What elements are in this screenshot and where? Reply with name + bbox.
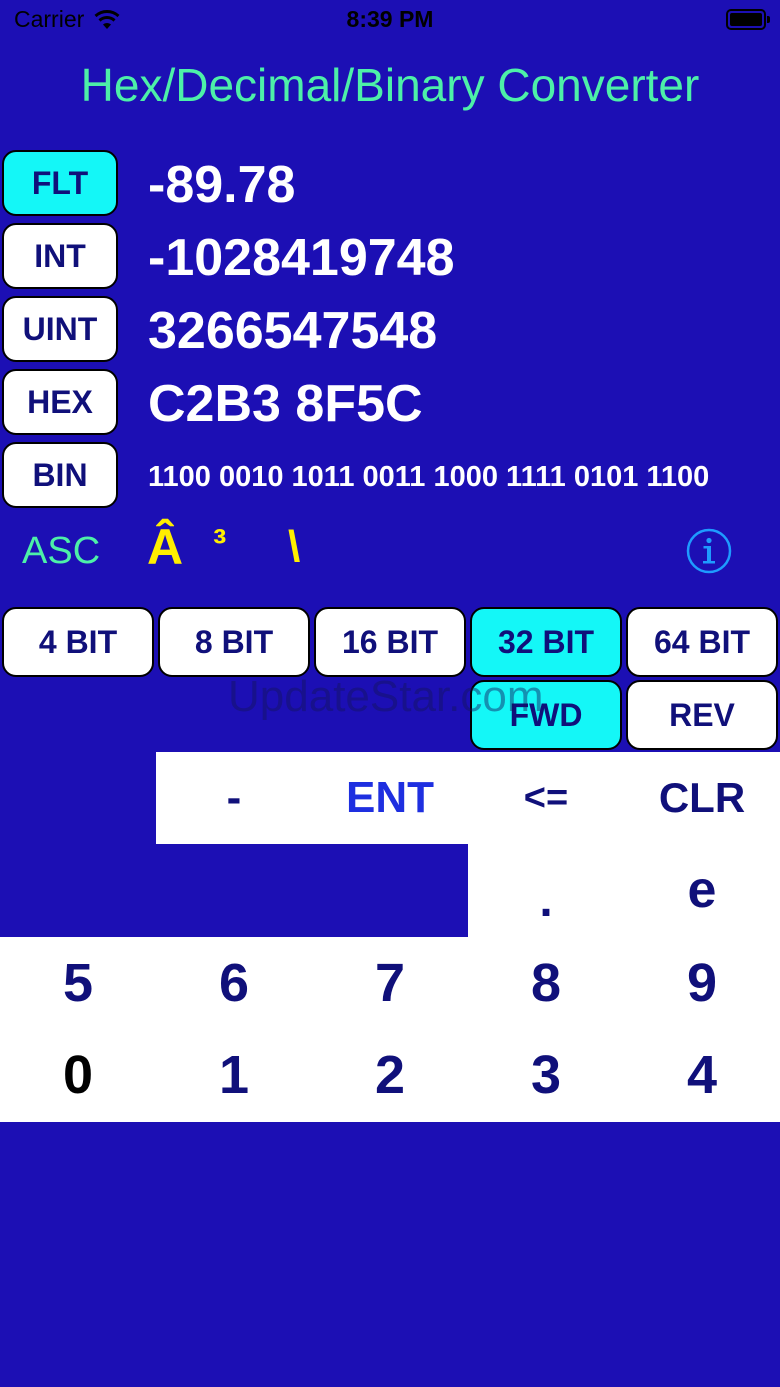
- key-9[interactable]: 9: [624, 937, 780, 1029]
- ascii-char-2: ³: [213, 522, 227, 566]
- bin-button[interactable]: BIN: [2, 442, 118, 508]
- uint-button[interactable]: UINT: [2, 296, 118, 362]
- ascii-char-1: Â: [147, 519, 184, 575]
- 8-bit-button[interactable]: 8 BIT: [158, 607, 310, 677]
- enter-key[interactable]: ENT: [312, 752, 468, 844]
- key-5[interactable]: 5: [0, 937, 156, 1029]
- int-value: -1028419748: [148, 229, 455, 287]
- hex-button[interactable]: HEX: [2, 369, 118, 435]
- flt-value: -89.78: [148, 156, 296, 214]
- clear-key[interactable]: CLR: [624, 752, 780, 844]
- asc-label: ASC: [22, 530, 101, 572]
- 16-bit-button[interactable]: 16 BIT: [314, 607, 466, 677]
- bin-value: 1100 0010 1011 0011 1000 1111 0101 1100: [148, 461, 710, 493]
- key-1[interactable]: 1: [156, 1029, 312, 1121]
- backspace-key[interactable]: <=: [468, 752, 624, 844]
- 32-bit-button[interactable]: 32 BIT: [470, 607, 622, 677]
- key-3[interactable]: 3: [468, 1029, 624, 1121]
- ascii-char-3: \: [288, 522, 301, 571]
- dot-key[interactable]: .: [468, 854, 624, 946]
- app-title: Hex/Decimal/Binary Converter: [80, 59, 700, 111]
- key-8[interactable]: 8: [468, 937, 624, 1029]
- key-0[interactable]: 0: [0, 1029, 156, 1121]
- key-4[interactable]: 4: [624, 1029, 780, 1121]
- int-button[interactable]: INT: [2, 223, 118, 289]
- battery-icon: [726, 9, 770, 30]
- key-6[interactable]: 6: [156, 937, 312, 1029]
- uint-value: 3266547548: [148, 302, 438, 360]
- flt-button[interactable]: FLT: [2, 150, 118, 216]
- rev-button[interactable]: REV: [626, 680, 778, 750]
- key-2[interactable]: 2: [312, 1029, 468, 1121]
- 64-bit-button[interactable]: 64 BIT: [626, 607, 778, 677]
- status-bar: Carrier 8:39 PM: [0, 0, 780, 40]
- watermark: UpdateStar.com: [228, 672, 544, 721]
- clock-time: 8:39 PM: [346, 6, 434, 32]
- key-7[interactable]: 7: [312, 937, 468, 1029]
- 4-bit-button[interactable]: 4 BIT: [2, 607, 154, 677]
- info-icon[interactable]: [686, 528, 732, 579]
- hex-value: C2B3 8F5C: [148, 375, 423, 433]
- exponent-key[interactable]: e: [624, 844, 780, 936]
- minus-key[interactable]: -: [156, 752, 312, 844]
